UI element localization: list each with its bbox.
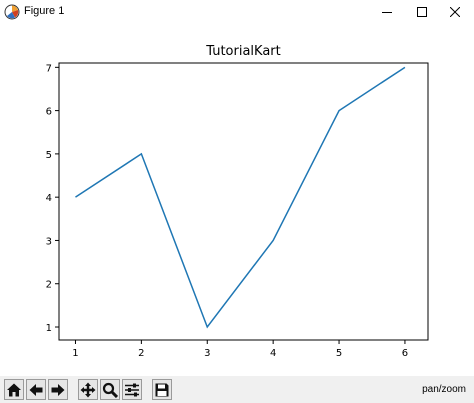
y-tick-label: 4 — [46, 193, 52, 204]
home-icon — [7, 383, 21, 396]
series-lines — [75, 66, 406, 329]
status-text: pan/zoom — [422, 384, 466, 395]
zoom-magnifier-icon — [102, 382, 118, 398]
series-line — [75, 66, 406, 329]
subplots-button[interactable] — [122, 379, 142, 400]
zoom-button[interactable] — [100, 379, 120, 400]
y-tick-label: 3 — [46, 236, 52, 247]
close-button[interactable] — [436, 0, 474, 24]
save-floppy-icon — [155, 383, 169, 396]
maximize-icon — [417, 7, 427, 17]
forward-button[interactable] — [48, 379, 68, 400]
close-icon — [450, 7, 460, 17]
pan-move-icon — [80, 382, 96, 397]
x-tick-label: 1 — [72, 348, 78, 359]
axis-ticks: 1 2 3 4 5 6 1 2 3 4 5 6 7 — [46, 63, 409, 359]
window-title: Figure 1 — [24, 5, 65, 17]
y-tick-label: 5 — [46, 150, 52, 161]
line-chart: TutorialKart 1 2 3 4 5 6 1 2 3 4 5 6 7 — [46, 44, 429, 359]
y-tick-label: 1 — [46, 323, 52, 334]
pan-button[interactable] — [78, 379, 98, 400]
forward-arrow-icon — [51, 383, 65, 396]
home-button[interactable] — [4, 379, 24, 400]
x-tick-label: 2 — [138, 348, 144, 359]
axes-frame — [58, 62, 429, 341]
y-tick-label: 2 — [46, 280, 52, 291]
figure-canvas[interactable]: TutorialKart 1 2 3 4 5 6 1 2 3 4 5 6 7 — [0, 24, 474, 376]
back-arrow-icon — [29, 383, 43, 396]
back-button[interactable] — [26, 379, 46, 400]
minimize-icon — [382, 12, 392, 13]
subplots-config-icon — [125, 383, 139, 396]
save-button[interactable] — [152, 379, 172, 400]
x-tick-label: 5 — [336, 348, 342, 359]
y-tick-label: 7 — [46, 63, 52, 74]
chart-title: TutorialKart — [205, 44, 281, 59]
x-tick-label: 6 — [402, 348, 408, 359]
minimize-button[interactable] — [368, 0, 406, 24]
y-tick-label: 6 — [46, 107, 52, 118]
matplotlib-app-icon — [4, 4, 20, 20]
navigation-toolbar: pan/zoom — [0, 376, 474, 403]
window-titlebar: Figure 1 — [0, 0, 474, 24]
x-tick-label: 4 — [270, 348, 276, 359]
x-tick-label: 3 — [204, 348, 210, 359]
